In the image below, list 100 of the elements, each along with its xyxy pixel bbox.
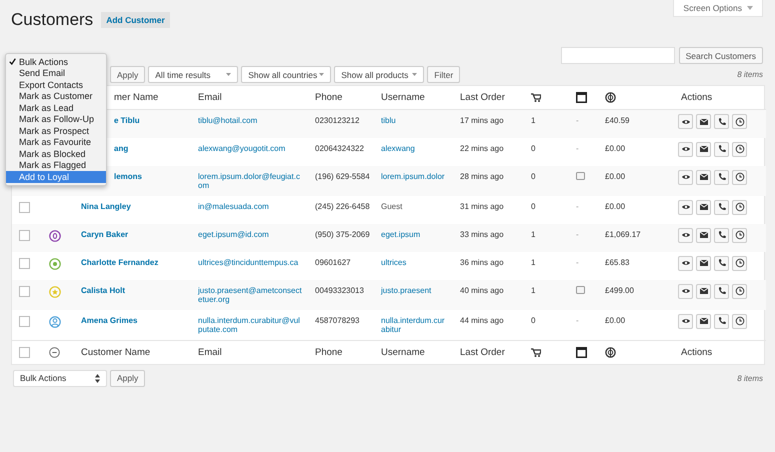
action-button[interactable] [732, 200, 747, 214]
action-button[interactable] [678, 314, 693, 328]
eye-icon [680, 286, 690, 296]
action-button[interactable] [732, 314, 747, 328]
column-header[interactable]: mer Name [114, 92, 158, 103]
customer-name-link[interactable]: e Tiblu [114, 116, 140, 125]
column-header[interactable]: Email [198, 92, 222, 103]
username-link[interactable]: eget.ipsum [381, 230, 448, 238]
action-button[interactable] [732, 114, 747, 129]
menu-item[interactable]: Mark as Customer [6, 90, 106, 102]
customer-name-link[interactable]: lemons [114, 172, 142, 180]
action-button[interactable] [696, 200, 711, 214]
apply-button[interactable]: Apply [110, 66, 146, 83]
filter-dropdown[interactable]: Show all countries [241, 66, 332, 83]
clock-icon [734, 144, 744, 154]
action-button[interactable] [732, 142, 747, 156]
email-link[interactable]: ultrices@tincidunttempus.ca [198, 258, 303, 266]
action-button[interactable] [732, 228, 747, 242]
column-header[interactable]: Last Order [460, 92, 505, 103]
search-customers-button[interactable]: Search Customers [678, 47, 763, 64]
action-button[interactable] [678, 284, 693, 298]
apply-button[interactable]: Apply [110, 370, 146, 387]
action-button[interactable] [678, 200, 693, 214]
menu-item[interactable]: Mark as Flagged [6, 160, 106, 171]
order-total: £65.83 [605, 258, 630, 266]
action-button[interactable] [714, 114, 729, 129]
action-button[interactable] [714, 142, 729, 156]
filter-dropdown[interactable]: All time results [148, 66, 238, 83]
action-button[interactable] [696, 114, 711, 129]
customer-name-link[interactable]: Calista Holt [81, 286, 126, 294]
action-button[interactable] [678, 142, 693, 156]
action-button[interactable] [714, 170, 729, 184]
email-link[interactable]: tiblu@hotail.com [198, 116, 303, 125]
caret-icon [226, 73, 232, 76]
add-customer-button[interactable]: Add Customer [101, 12, 170, 28]
action-button[interactable] [678, 114, 693, 129]
action-button[interactable] [714, 200, 729, 214]
phone-number: 4587078293 [315, 316, 360, 324]
bulk-actions-select[interactable]: Bulk Actions [13, 370, 107, 387]
menu-item[interactable]: Bulk Actions [6, 56, 106, 68]
action-button[interactable] [696, 256, 711, 270]
email-link[interactable]: eget.ipsum@id.com [198, 230, 303, 238]
filter-button[interactable]: Filter [427, 66, 460, 83]
column-header[interactable]: Last Order [460, 346, 505, 358]
action-button[interactable] [714, 284, 729, 298]
row-checkbox[interactable] [19, 286, 30, 296]
username-link[interactable]: lorem.ipsum.dolor [381, 172, 448, 180]
action-button[interactable] [732, 170, 747, 184]
action-button[interactable] [678, 228, 693, 242]
menu-item[interactable]: Mark as Follow-Up [6, 114, 106, 125]
phone-number: 09601627 [315, 258, 351, 266]
column-header[interactable]: Phone [315, 92, 342, 103]
action-button[interactable] [732, 256, 747, 270]
action-button[interactable] [696, 314, 711, 328]
last-order-time: 33 mins ago [460, 230, 504, 238]
email-link[interactable]: in@malesuada.com [198, 202, 303, 210]
row-checkbox[interactable] [19, 230, 30, 240]
action-button[interactable] [678, 256, 693, 270]
menu-item[interactable]: Mark as Blocked [6, 148, 106, 160]
menu-item[interactable]: Export Contacts [6, 79, 106, 90]
username-link[interactable]: justo.praesent [381, 286, 448, 294]
email-link[interactable]: alexwang@yougotit.com [198, 144, 303, 152]
action-button[interactable] [714, 228, 729, 242]
email-link[interactable]: lorem.ipsum.dolor@feugiat.com [198, 172, 303, 190]
action-button[interactable] [714, 256, 729, 270]
username-link[interactable]: alexwang [381, 144, 448, 152]
row-checkbox[interactable] [19, 202, 30, 212]
column-header[interactable]: Customer Name [81, 346, 150, 358]
customer-name-link[interactable]: Nina Langley [81, 202, 131, 210]
menu-item[interactable]: Add to Loyal [6, 171, 106, 182]
column-header[interactable]: Phone [315, 346, 342, 358]
action-button[interactable] [696, 142, 711, 156]
column-header[interactable]: Email [198, 346, 222, 358]
menu-item[interactable]: Mark as Lead [6, 102, 106, 114]
action-button[interactable] [678, 170, 693, 184]
column-header[interactable]: Username [381, 346, 425, 358]
action-button[interactable] [732, 284, 747, 298]
row-checkbox[interactable] [19, 316, 30, 326]
row-checkbox[interactable] [19, 258, 30, 268]
username-link[interactable]: tiblu [381, 116, 448, 125]
email-link[interactable]: justo.praesent@ametconsectetuer.org [198, 286, 303, 304]
email-link[interactable]: nulla.interdum.curabitur@vulputate.com [198, 316, 303, 334]
customer-name-link[interactable]: Caryn Baker [81, 230, 128, 238]
customer-name-link[interactable]: Charlotte Fernandez [81, 258, 158, 266]
action-button[interactable] [696, 228, 711, 242]
action-button[interactable] [696, 170, 711, 184]
search-field[interactable] [560, 47, 675, 64]
row-checkbox[interactable] [19, 346, 30, 358]
filter-dropdown[interactable]: Show all products [334, 66, 424, 83]
menu-item[interactable]: Mark as Prospect [6, 125, 106, 136]
menu-item[interactable]: Send Email [6, 68, 106, 79]
action-button[interactable] [714, 314, 729, 328]
screen-options-tab[interactable]: Screen Options [673, 0, 763, 17]
username-link[interactable]: nulla.interdum.curabitur [381, 316, 448, 334]
customer-name-link[interactable]: Amena Grimes [81, 316, 138, 324]
menu-item[interactable]: Mark as Favourite [6, 136, 106, 148]
column-header[interactable]: Username [381, 92, 425, 103]
username-link[interactable]: ultrices [381, 258, 448, 266]
action-button[interactable] [696, 284, 711, 298]
customer-name-link[interactable]: ang [114, 144, 128, 152]
